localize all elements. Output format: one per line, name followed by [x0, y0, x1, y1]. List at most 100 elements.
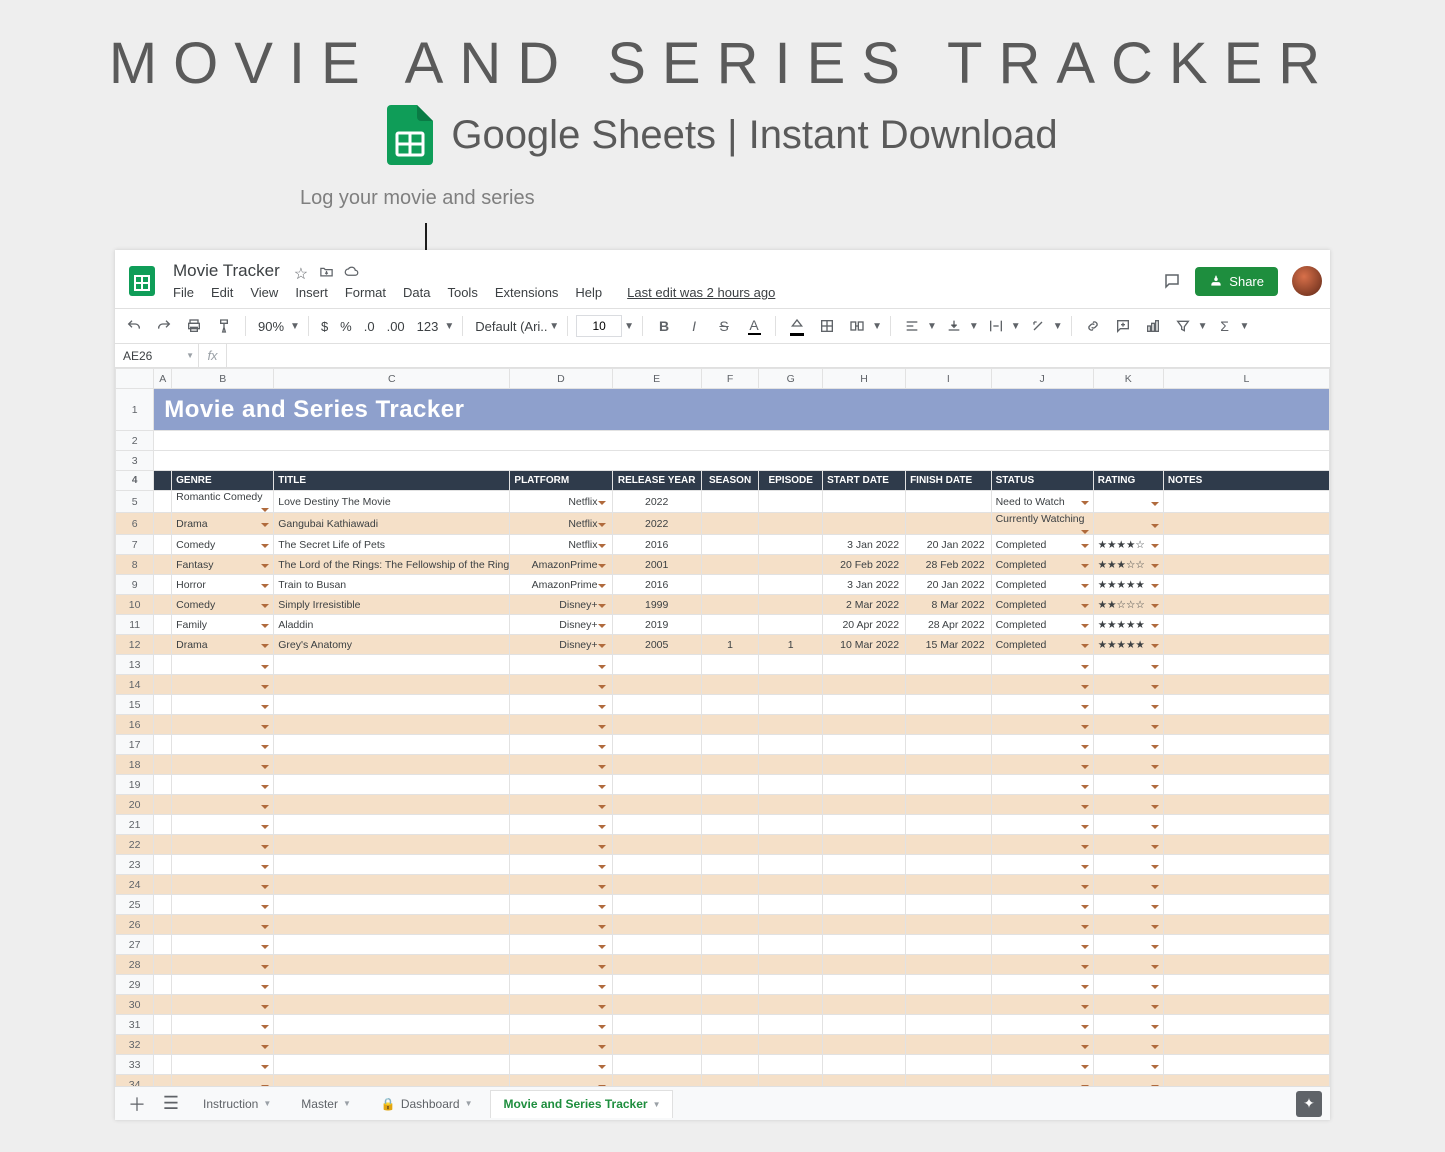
- menu-insert[interactable]: Insert: [291, 283, 332, 302]
- cell[interactable]: [1163, 875, 1329, 895]
- explore-button[interactable]: ✦: [1296, 1091, 1322, 1117]
- undo-button[interactable]: [121, 313, 147, 339]
- link-button[interactable]: [1080, 313, 1106, 339]
- cell[interactable]: [823, 491, 906, 513]
- cell[interactable]: [906, 975, 992, 995]
- cell[interactable]: [154, 675, 172, 695]
- cell[interactable]: [906, 895, 992, 915]
- row-2[interactable]: 2: [116, 431, 154, 451]
- cell[interactable]: [154, 635, 172, 655]
- cell[interactable]: [759, 1075, 823, 1087]
- cell[interactable]: [1163, 915, 1329, 935]
- cell[interactable]: [1093, 835, 1163, 855]
- cell[interactable]: [701, 491, 758, 513]
- cell[interactable]: Comedy: [172, 595, 274, 615]
- hdr-release[interactable]: RELEASE YEAR: [612, 471, 701, 491]
- cell[interactable]: [823, 715, 906, 735]
- cell[interactable]: Aladdin: [274, 615, 510, 635]
- cell[interactable]: [1093, 955, 1163, 975]
- cell[interactable]: 10 Mar 2022: [823, 635, 906, 655]
- cell[interactable]: Train to Busan: [274, 575, 510, 595]
- cell[interactable]: [612, 975, 701, 995]
- increase-decimal-button[interactable]: .00: [383, 319, 409, 334]
- hdr-platform[interactable]: PLATFORM: [510, 471, 612, 491]
- cell[interactable]: [906, 935, 992, 955]
- cell[interactable]: [701, 815, 758, 835]
- cell[interactable]: Drama: [172, 513, 274, 535]
- cell[interactable]: [759, 1015, 823, 1035]
- cell[interactable]: [154, 535, 172, 555]
- cell[interactable]: Family: [172, 615, 274, 635]
- col-D[interactable]: D: [510, 369, 612, 389]
- cell[interactable]: [991, 955, 1093, 975]
- cell[interactable]: [154, 1035, 172, 1055]
- cell[interactable]: [1163, 491, 1329, 513]
- row-19[interactable]: 19: [116, 775, 154, 795]
- cell[interactable]: 1: [701, 635, 758, 655]
- cell[interactable]: [759, 815, 823, 835]
- row-28[interactable]: 28: [116, 955, 154, 975]
- cell[interactable]: [510, 855, 612, 875]
- tab-tracker[interactable]: Movie and Series Tracker▼: [490, 1090, 673, 1118]
- cell[interactable]: [701, 575, 758, 595]
- cell[interactable]: [510, 955, 612, 975]
- percent-button[interactable]: %: [336, 319, 356, 334]
- cell[interactable]: [759, 535, 823, 555]
- cell[interactable]: [701, 1015, 758, 1035]
- cell[interactable]: [759, 695, 823, 715]
- cell[interactable]: [172, 915, 274, 935]
- cell[interactable]: [823, 995, 906, 1015]
- cell[interactable]: [759, 715, 823, 735]
- cell[interactable]: [991, 1035, 1093, 1055]
- row-33[interactable]: 33: [116, 1055, 154, 1075]
- cell[interactable]: [701, 835, 758, 855]
- row-34[interactable]: 34: [116, 1075, 154, 1087]
- cell[interactable]: [906, 955, 992, 975]
- cell[interactable]: [991, 715, 1093, 735]
- strike-button[interactable]: S: [711, 313, 737, 339]
- row-4[interactable]: 4: [116, 471, 154, 491]
- row-8[interactable]: 8: [116, 555, 154, 575]
- cell[interactable]: [154, 995, 172, 1015]
- cell[interactable]: [1093, 975, 1163, 995]
- cell[interactable]: [759, 1035, 823, 1055]
- cell[interactable]: [701, 775, 758, 795]
- col-B[interactable]: B: [172, 369, 274, 389]
- cell[interactable]: [154, 735, 172, 755]
- cell[interactable]: [991, 855, 1093, 875]
- cell[interactable]: [701, 715, 758, 735]
- cell[interactable]: [701, 795, 758, 815]
- cell[interactable]: [612, 855, 701, 875]
- col-H[interactable]: H: [823, 369, 906, 389]
- wrap-button[interactable]: [983, 313, 1009, 339]
- cell[interactable]: [701, 675, 758, 695]
- cell[interactable]: Netflix: [510, 491, 612, 513]
- cell[interactable]: 15 Mar 2022: [906, 635, 992, 655]
- cell[interactable]: [823, 1015, 906, 1035]
- cell[interactable]: [612, 695, 701, 715]
- col-L[interactable]: L: [1163, 369, 1329, 389]
- cell[interactable]: [1093, 1075, 1163, 1087]
- cell[interactable]: [274, 915, 510, 935]
- cell[interactable]: [1163, 1055, 1329, 1075]
- row-5[interactable]: 5: [116, 491, 154, 513]
- row-13[interactable]: 13: [116, 655, 154, 675]
- cell[interactable]: [991, 675, 1093, 695]
- cell[interactable]: [510, 915, 612, 935]
- cell[interactable]: [1163, 1035, 1329, 1055]
- row-26[interactable]: 26: [116, 915, 154, 935]
- cell[interactable]: [612, 995, 701, 1015]
- hdr-season[interactable]: SEASON: [701, 471, 758, 491]
- row-7[interactable]: 7: [116, 535, 154, 555]
- cell[interactable]: [274, 795, 510, 815]
- cell[interactable]: [906, 1035, 992, 1055]
- hdr-finish[interactable]: FINISH DATE: [906, 471, 992, 491]
- cell[interactable]: [274, 935, 510, 955]
- cell[interactable]: [823, 795, 906, 815]
- cell[interactable]: [1163, 1075, 1329, 1087]
- halign-button[interactable]: [899, 313, 925, 339]
- row-12[interactable]: 12: [116, 635, 154, 655]
- cell[interactable]: [1093, 513, 1163, 535]
- cell[interactable]: Fantasy: [172, 555, 274, 575]
- name-box[interactable]: AE26▼: [115, 344, 199, 367]
